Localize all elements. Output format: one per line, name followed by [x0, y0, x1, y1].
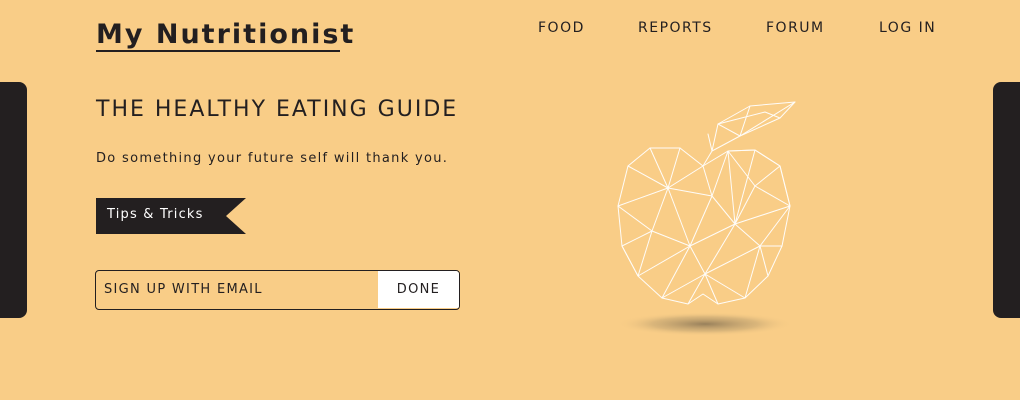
- nav-item-login[interactable]: LOG IN: [879, 20, 936, 36]
- main-nav: FOOD REPORTS FORUM LOG IN: [0, 20, 1020, 42]
- right-side-tab: [993, 82, 1020, 318]
- polygon-apple-icon: [600, 96, 810, 350]
- email-signup-form: DONE: [95, 270, 460, 310]
- left-side-tab: [0, 82, 27, 318]
- tips-tricks-label: Tips & Tricks: [107, 207, 204, 222]
- page-title: THE HEALTHY EATING GUIDE: [96, 97, 459, 122]
- nav-item-forum[interactable]: FORUM: [766, 20, 825, 36]
- email-input[interactable]: [96, 271, 378, 308]
- hero-subtitle: Do something your future self will thank…: [96, 151, 449, 166]
- nav-item-reports[interactable]: REPORTS: [638, 20, 713, 36]
- tips-tricks-button[interactable]: Tips & Tricks: [96, 198, 246, 234]
- done-button[interactable]: DONE: [378, 271, 459, 308]
- nav-item-food[interactable]: FOOD: [538, 20, 585, 36]
- logo-underline: [96, 50, 340, 52]
